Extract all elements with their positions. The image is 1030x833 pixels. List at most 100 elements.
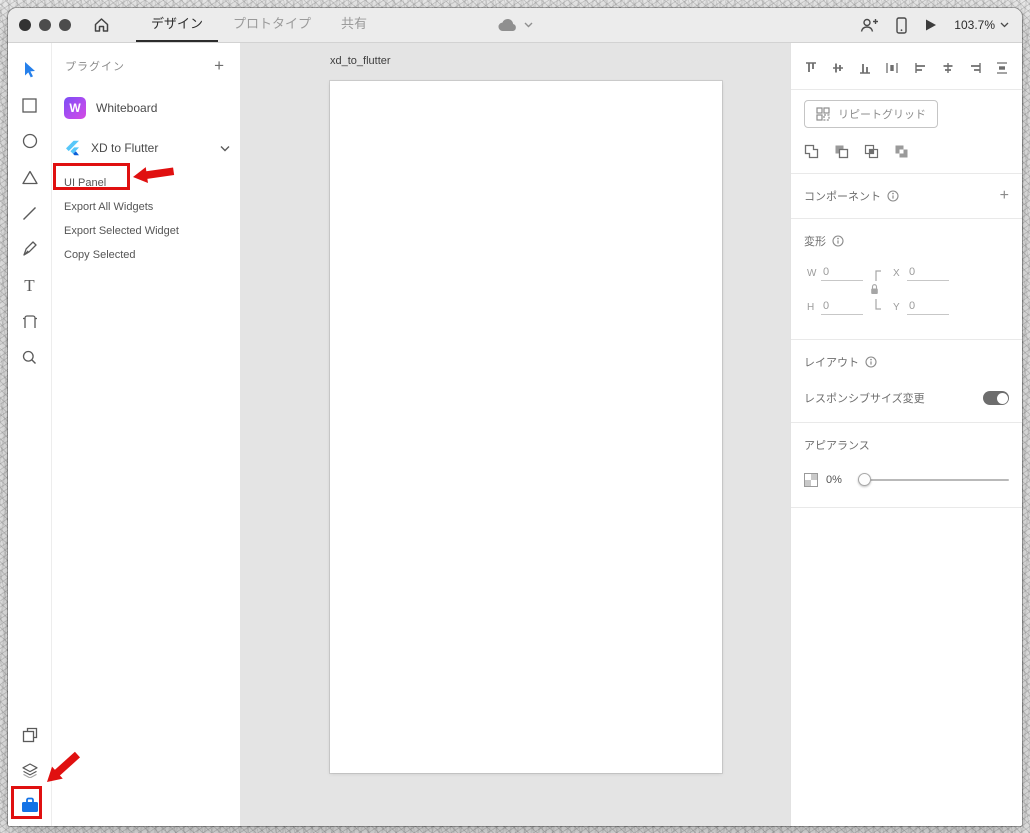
asset-export-icon[interactable] <box>21 726 39 744</box>
alignment-section <box>791 43 1022 89</box>
opacity-value: 0% <box>826 474 842 486</box>
width-input[interactable] <box>821 265 863 281</box>
chevron-down-icon[interactable] <box>220 145 230 152</box>
line-tool[interactable] <box>21 204 39 222</box>
layers-icon[interactable] <box>21 761 39 779</box>
polygon-tool[interactable] <box>21 168 39 186</box>
canvas[interactable]: xd_to_flutter <box>240 43 790 826</box>
x-input[interactable] <box>907 265 949 281</box>
chevron-down-icon <box>1000 22 1009 28</box>
responsive-resize-toggle[interactable] <box>983 391 1009 405</box>
xd-window: デザイン プロトタイプ 共有 103.7% T プラグイン + W Whiteb… <box>8 8 1022 826</box>
repeat-grid-icon <box>816 107 830 121</box>
add-component-button[interactable]: + <box>1000 187 1009 205</box>
rectangle-tool[interactable] <box>21 96 39 114</box>
appearance-title-row: アピアランス <box>804 437 1009 453</box>
tab-design[interactable]: デザイン <box>136 8 219 42</box>
width-label: W <box>807 267 817 279</box>
appearance-label: アピアランス <box>804 440 870 452</box>
toggle-knob <box>996 392 1008 404</box>
align-right-icon[interactable] <box>968 61 982 75</box>
pen-tool[interactable] <box>21 240 39 258</box>
height-input[interactable] <box>821 299 863 315</box>
property-inspector: リピートグリッド コンポーネント + 変形 W 0 X 0 H 0 Y 0 レイ… <box>790 43 1022 826</box>
titlebar-right-controls: 103.7% <box>860 16 1009 34</box>
y-label: Y <box>893 301 900 313</box>
annotation-box-ui-panel <box>53 163 130 190</box>
tab-prototype[interactable]: プロトタイプ <box>218 8 326 42</box>
repeat-grid-button[interactable]: リピートグリッド <box>804 100 938 128</box>
transform-label: 変形 <box>804 236 826 248</box>
transform-row-2: H Y <box>807 299 1009 315</box>
responsive-resize-label: レスポンシブサイズ変更 <box>804 393 925 405</box>
boolean-ops-section <box>791 136 1022 173</box>
flutter-icon <box>66 140 79 156</box>
opacity-icon <box>804 473 818 487</box>
y-input[interactable] <box>907 299 949 315</box>
boolean-add-icon[interactable] <box>804 144 819 159</box>
repeat-grid-section: リピートグリッド <box>791 90 1022 136</box>
align-top-icon[interactable] <box>804 61 818 75</box>
traffic-lights <box>19 19 71 31</box>
align-center-icon[interactable] <box>941 61 955 75</box>
select-tool[interactable] <box>21 60 39 78</box>
slider-track <box>857 479 1009 481</box>
distribute-horizontal-icon[interactable] <box>885 61 899 75</box>
boolean-subtract-icon[interactable] <box>834 144 849 159</box>
play-icon[interactable] <box>924 18 937 32</box>
slider-knob[interactable] <box>857 473 871 486</box>
transform-title-row: 変形 <box>804 233 1009 249</box>
plugin-item-whiteboard[interactable]: W Whiteboard <box>52 91 240 125</box>
menu-item-copy-selected[interactable]: Copy Selected <box>52 243 240 267</box>
transform-section: 変形 W X H Y <box>791 219 1022 339</box>
tab-share[interactable]: 共有 <box>326 8 382 42</box>
layout-title-row: レイアウト <box>804 354 1009 370</box>
opacity-row: 0% <box>804 473 1009 487</box>
zoom-tool[interactable] <box>21 348 39 366</box>
plugins-panel-header: プラグイン + <box>52 43 240 83</box>
menu-item-export-selected-widget[interactable]: Export Selected Widget <box>52 219 240 243</box>
align-left-icon[interactable] <box>914 61 928 75</box>
mode-tabs: デザイン プロトタイプ 共有 <box>136 8 382 42</box>
responsive-resize-row: レスポンシブサイズ変更 <box>804 390 1009 406</box>
text-tool[interactable]: T <box>21 276 39 294</box>
divider <box>791 507 1022 508</box>
zoom-level-control[interactable]: 103.7% <box>954 18 1009 32</box>
component-section: コンポーネント + <box>791 174 1022 218</box>
device-preview-icon[interactable] <box>896 16 907 34</box>
info-icon[interactable] <box>865 356 877 368</box>
opacity-slider[interactable] <box>857 473 1009 487</box>
appearance-section: アピアランス 0% <box>791 423 1022 507</box>
home-icon[interactable] <box>93 17 110 33</box>
menu-item-export-all-widgets[interactable]: Export All Widgets <box>52 195 240 219</box>
zoom-level-value: 103.7% <box>954 18 995 32</box>
invite-user-icon[interactable] <box>860 17 879 33</box>
artboard[interactable] <box>330 81 722 773</box>
tool-bar: T <box>8 43 52 826</box>
plugins-panel-title: プラグイン <box>65 61 125 73</box>
info-icon[interactable] <box>832 235 844 247</box>
plugin-item-xd-to-flutter[interactable]: XD to Flutter <box>52 131 240 165</box>
horizontal-align-group <box>914 61 1009 75</box>
component-label: コンポーネント <box>804 191 881 203</box>
boolean-intersect-icon[interactable] <box>864 144 879 159</box>
align-bottom-icon[interactable] <box>858 61 872 75</box>
x-label: X <box>893 267 900 279</box>
close-window-button[interactable] <box>19 19 31 31</box>
cloud-document-menu[interactable] <box>497 18 533 33</box>
artboard-name-label[interactable]: xd_to_flutter <box>330 55 391 67</box>
add-plugin-button[interactable]: + <box>214 57 224 74</box>
zoom-window-button[interactable] <box>59 19 71 31</box>
distribute-vertical-icon[interactable] <box>995 61 1009 75</box>
ellipse-tool[interactable] <box>21 132 39 150</box>
layout-label: レイアウト <box>804 357 859 369</box>
desktop: デザイン プロトタイプ 共有 103.7% T プラグイン + W Whiteb… <box>0 0 1030 833</box>
minimize-window-button[interactable] <box>39 19 51 31</box>
plugin-name: Whiteboard <box>96 101 158 115</box>
layout-section: レイアウト レスポンシブサイズ変更 <box>791 340 1022 422</box>
align-middle-icon[interactable] <box>831 61 845 75</box>
boolean-exclude-icon[interactable] <box>894 144 909 159</box>
info-icon[interactable] <box>887 190 899 202</box>
lock-aspect-icon[interactable] <box>868 267 882 313</box>
artboard-tool[interactable] <box>21 312 39 330</box>
